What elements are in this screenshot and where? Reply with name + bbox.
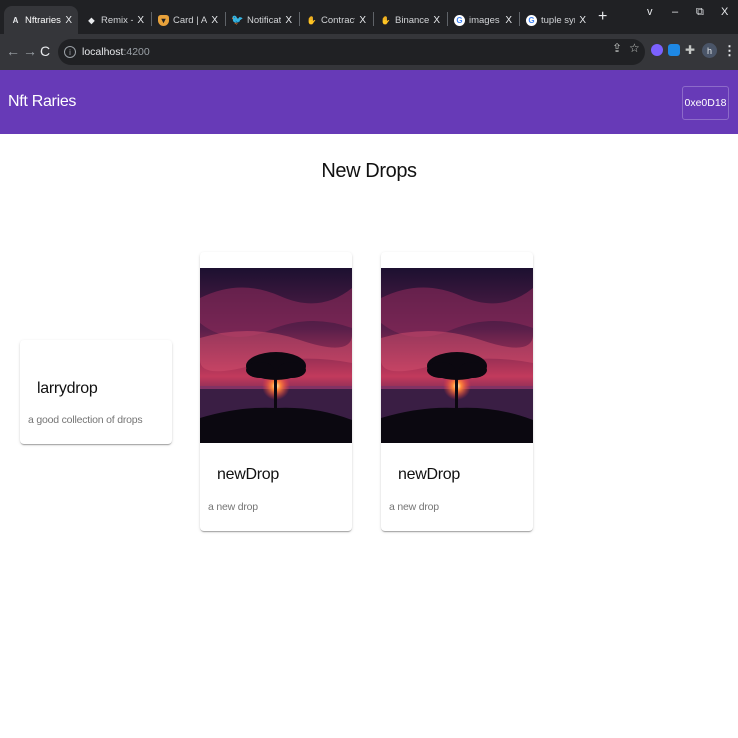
browser-menu-icon[interactable]: ⋮	[723, 43, 736, 59]
tab-title: Binance Trans	[395, 14, 430, 26]
window-close-icon[interactable]: X	[721, 6, 728, 18]
tab-close-icon[interactable]: X	[285, 15, 292, 26]
tab-close-icon[interactable]: X	[505, 15, 512, 26]
google-icon: G	[526, 14, 537, 26]
tab-close-icon[interactable]: X	[579, 15, 586, 26]
angular-icon: A	[12, 15, 19, 25]
card-subtitle: a new drop	[389, 501, 439, 513]
back-arrow-icon[interactable]: ←	[6, 44, 20, 58]
sunset-tree-image	[200, 268, 352, 443]
tab-search-dropdown-icon[interactable]: v	[647, 6, 653, 18]
tab-remix[interactable]: ◆ Remix - Ether X	[80, 6, 150, 34]
tab-title: Card | Angular	[173, 14, 208, 26]
tab-title: images - Goo	[469, 14, 501, 26]
sunset-tree-image	[381, 268, 533, 443]
app-toolbar: Nft Raries 0xe0D18	[0, 70, 738, 134]
browser-tab-strip: A Nftraries X ◆ Remix - Ether X ▾ Card |…	[0, 0, 738, 34]
share-icon[interactable]: ⇪	[612, 41, 622, 55]
site-info-icon[interactable]: i	[64, 46, 76, 58]
forward-arrow-icon[interactable]: →	[23, 44, 37, 58]
tab-close-icon[interactable]: X	[433, 15, 440, 26]
tab-tuple-syntax[interactable]: G tuple syntax X	[520, 6, 592, 34]
extension-icon[interactable]	[651, 44, 663, 56]
tab-close-icon[interactable]: X	[65, 15, 72, 26]
card-title: newDrop	[217, 466, 279, 483]
collection-card[interactable]: larrydrop a good collection of drops	[20, 340, 172, 444]
tab-title: Notifications	[247, 14, 282, 26]
drop-card[interactable]: newDrop a new drop	[381, 252, 533, 531]
remix-icon: ◆	[88, 15, 95, 25]
app-brand: Nft Raries	[8, 93, 77, 110]
restore-icon[interactable]: ⧉	[696, 6, 704, 19]
google-icon: G	[454, 14, 465, 26]
card-subtitle: a new drop	[208, 501, 258, 513]
profile-avatar[interactable]: h	[702, 43, 717, 58]
url-port: :4200	[123, 46, 150, 58]
shield-icon: ▾	[158, 14, 169, 26]
tab-nftraries[interactable]: A Nftraries X	[4, 6, 78, 34]
url-host: localhost	[82, 46, 124, 58]
url-input[interactable]: i localhost:4200	[58, 39, 645, 65]
card-subtitle: a good collection of drops	[28, 414, 143, 426]
drop-card[interactable]: newDrop a new drop	[200, 252, 352, 531]
minimize-icon[interactable]: –	[672, 6, 678, 18]
tab-close-icon[interactable]: X	[211, 15, 218, 26]
tab-close-icon[interactable]: X	[137, 15, 144, 26]
page-title: New Drops	[321, 160, 417, 182]
tab-contract-address[interactable]: ✋ Contract Add X	[300, 6, 372, 34]
reload-icon[interactable]: C	[40, 44, 50, 58]
wallet-address-button[interactable]: 0xe0D18	[682, 86, 729, 120]
card-title: larrydrop	[37, 380, 98, 397]
bookmark-star-icon[interactable]: ☆	[629, 41, 640, 55]
tab-title: Remix - Ether	[101, 14, 133, 26]
extensions-puzzle-icon[interactable]: ✚	[685, 43, 695, 57]
browser-address-bar: ← → C i localhost:4200 ⇪ ☆ ✚ h ⋮	[0, 34, 738, 70]
tab-title: Nftraries	[25, 14, 61, 26]
tab-binance-transactions[interactable]: ✋ Binance Trans X	[374, 6, 446, 34]
tab-title: tuple syntax	[541, 14, 575, 26]
hand-icon: ✋	[380, 15, 391, 25]
card-title: newDrop	[398, 466, 460, 483]
tab-title: Contract Add	[321, 14, 356, 26]
twitter-icon: 🐦	[231, 14, 244, 26]
extension-icon[interactable]	[668, 44, 680, 56]
tab-close-icon[interactable]: X	[359, 15, 366, 26]
tab-card-angular[interactable]: ▾ Card | Angular X	[152, 6, 224, 34]
tab-notifications[interactable]: 🐦 Notifications X	[226, 6, 298, 34]
new-tab-button[interactable]: +	[598, 8, 607, 26]
tab-images-google[interactable]: G images - Goo X	[448, 6, 518, 34]
hand-icon: ✋	[306, 15, 317, 25]
